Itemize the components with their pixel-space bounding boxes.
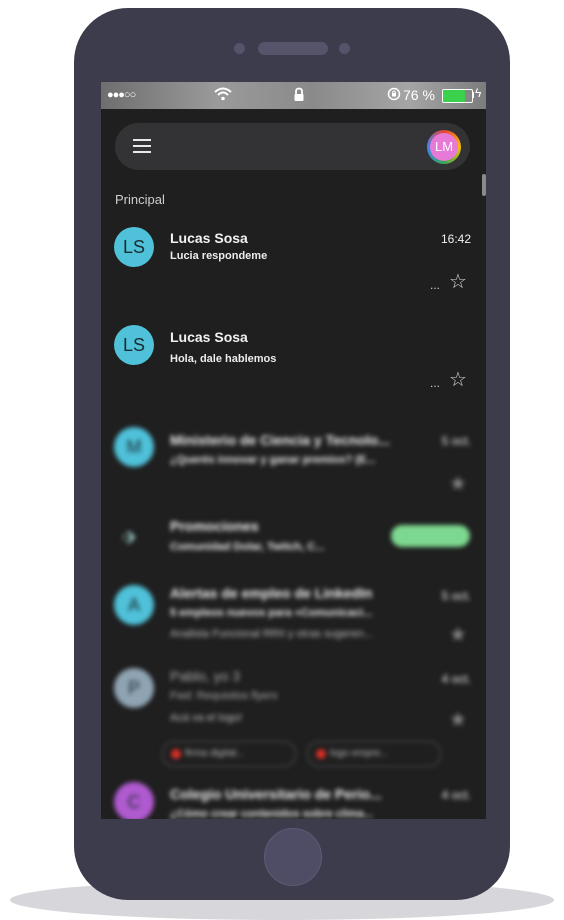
- email-time: 4 oct.: [441, 672, 471, 686]
- email-time: 5 oct.: [441, 589, 471, 603]
- email-row[interactable]: C Colegio Universitario de Perio... ¿Cóm…: [101, 780, 486, 819]
- star-icon[interactable]: ☆: [449, 370, 467, 390]
- pdf-icon: [171, 749, 181, 759]
- email-subject: Fwd: Requisitos flyers: [170, 690, 278, 702]
- sender-name: Pablo, yo 3: [170, 668, 241, 684]
- front-camera: [234, 43, 245, 54]
- hamburger-menu-icon[interactable]: [133, 139, 151, 153]
- email-time: 16:42: [440, 232, 471, 246]
- star-icon[interactable]: ☆: [449, 272, 467, 292]
- sender-avatar: LS: [114, 325, 154, 365]
- email-time: 5 oct.: [441, 434, 471, 448]
- attachment-name: logo empre...: [330, 748, 389, 759]
- rotation-lock-icon: [387, 87, 401, 101]
- search-bar[interactable]: LM: [115, 123, 470, 170]
- email-subject: ¿Querés innovar y ganar premios? (E...: [170, 454, 376, 466]
- email-row[interactable]: LS Lucas Sosa Lucia respondeme 16:42 ...…: [101, 222, 486, 302]
- sender-avatar: LS: [114, 227, 154, 267]
- scrollbar-thumb[interactable]: [482, 174, 486, 196]
- proximity-sensor: [339, 43, 350, 54]
- wifi-icon: [214, 87, 232, 101]
- email-snippet: ...: [430, 376, 441, 390]
- sender-avatar: A: [114, 585, 154, 625]
- email-subject: Hola, dale hablemos: [170, 353, 277, 365]
- earpiece-speaker: [258, 42, 328, 55]
- tag-icon: ⬗: [122, 526, 136, 546]
- star-icon[interactable]: ★: [449, 474, 467, 494]
- star-icon[interactable]: ★: [449, 625, 467, 645]
- email-subject: 5 empleos nuevos para «Comunicaci...: [170, 607, 373, 619]
- email-row[interactable]: M Ministerio de Ciencia y Tecnolo... ¿Qu…: [101, 422, 486, 502]
- email-row[interactable]: LS Lucas Sosa Hola, dale hablemos ... ☆: [101, 320, 486, 400]
- account-avatar[interactable]: LM: [427, 130, 461, 164]
- star-icon[interactable]: ★: [449, 710, 467, 730]
- battery-icon: [442, 89, 473, 103]
- attachment-chip[interactable]: firma digital...: [162, 741, 296, 767]
- sender-name: Ministerio de Ciencia y Tecnolo...: [170, 432, 390, 448]
- new-promotions-badge: [391, 525, 470, 547]
- battery-level-fill: [443, 90, 466, 102]
- email-snippet: Acá va el logo!: [170, 712, 243, 724]
- email-snippet: Analista Funcional RRII y otras sugeren.…: [170, 628, 373, 640]
- phone-screen: ●●●○○ 76 % ϟ LM Principal LS Lucas Sosa …: [101, 82, 486, 819]
- sender-name: Lucas Sosa: [170, 329, 248, 345]
- attachment-name: firma digital...: [185, 748, 245, 759]
- email-row[interactable]: A Alertas de empleo de LinkedIn 5 empleo…: [101, 577, 486, 657]
- home-button[interactable]: [264, 828, 322, 886]
- status-bar: ●●●○○ 76 % ϟ: [101, 82, 486, 109]
- charging-icon: ϟ: [475, 86, 482, 100]
- account-initials: LM: [430, 133, 458, 161]
- battery-cap: [472, 92, 474, 98]
- email-subject: Lucia respondeme: [170, 250, 268, 262]
- attachment-chip[interactable]: logo empre...: [307, 741, 441, 767]
- sender-name: Colegio Universitario de Perio...: [170, 786, 382, 802]
- pdf-icon: [316, 749, 326, 759]
- email-row[interactable]: P Pablo, yo 3 Fwd: Requisitos flyers Acá…: [101, 660, 486, 770]
- promotions-senders: Comunidad Dolar, Twitch, C...: [170, 541, 325, 553]
- email-subject: ¿Cómo crear contenidos sobre clima...: [170, 808, 373, 819]
- battery-percentage: 76 %: [403, 87, 435, 103]
- sender-avatar: M: [114, 427, 154, 467]
- email-time: 4 oct.: [441, 788, 471, 802]
- signal-strength: ●●●○○: [107, 89, 136, 101]
- sender-name: Alertas de empleo de LinkedIn: [170, 585, 373, 601]
- promotions-label: Promociones: [170, 518, 259, 534]
- sender-avatar: P: [114, 668, 154, 708]
- email-snippet: ...: [430, 278, 441, 292]
- sender-avatar: C: [114, 782, 154, 819]
- section-label: Principal: [115, 192, 165, 207]
- sender-name: Lucas Sosa: [170, 230, 248, 246]
- lock-icon: [294, 87, 304, 101]
